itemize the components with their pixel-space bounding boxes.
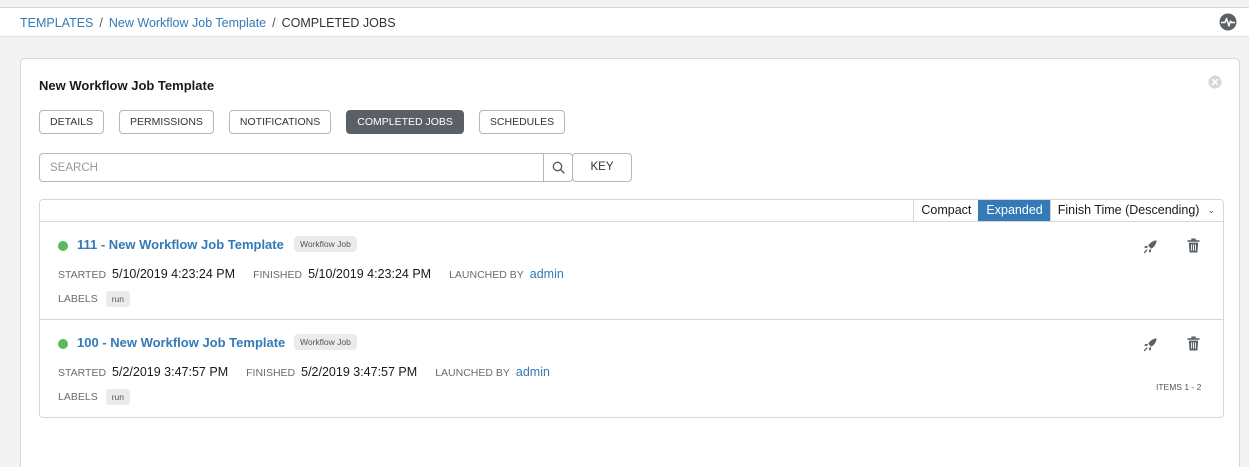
labels-label: LABELS [58,391,98,403]
search-button[interactable] [543,154,572,181]
job-type-badge: Workflow Job [294,334,357,350]
breadcrumb-current: COMPLETED JOBS [281,16,396,30]
job-labels: LABELS run [58,291,130,307]
tab-notifications[interactable]: NOTIFICATIONS [228,110,332,134]
label-chip: run [105,291,130,307]
list-item: 100 - New Workflow Job Template Workflow… [40,320,1223,417]
tab-schedules[interactable]: SCHEDULES [478,110,566,134]
search-input[interactable] [40,154,543,181]
started-value: 5/10/2019 4:23:24 PM [112,267,236,281]
list-item: 111 - New Workflow Job Template Workflow… [40,222,1223,320]
finished-value: 5/10/2019 4:23:24 PM [308,267,432,281]
job-meta: STARTED 5/2/2019 3:47:57 PM FINISHED 5/2/20… [58,365,550,379]
breadcrumb: TEMPLATES / New Workflow Job Template / COMP… [20,16,396,30]
job-name-link[interactable]: 111 - New Workflow Job Template [77,237,284,252]
rocket-icon[interactable] [1143,239,1158,254]
launched-by-label: LAUNCHED BY [449,269,524,281]
jobs-list: Compact Expanded Finish Time (Descending… [39,199,1224,418]
trash-icon[interactable] [1187,336,1200,351]
labels-label: LABELS [58,293,98,305]
status-success-icon [58,241,68,251]
card-title: New Workflow Job Template [39,78,215,93]
breadcrumb-template-name[interactable]: New Workflow Job Template [109,16,266,30]
tab-completed-jobs[interactable]: COMPLETED JOBS [346,110,464,134]
job-type-badge: Workflow Job [294,236,357,252]
started-value: 5/2/2019 3:47:57 PM [112,365,229,379]
expanded-view-button[interactable]: Expanded [978,200,1050,221]
label-chip: run [105,389,130,405]
job-name-link[interactable]: 100 - New Workflow Job Template [77,335,285,350]
finished-label: FINISHED [253,269,303,281]
launched-by-label: LAUNCHED BY [435,367,510,379]
list-toolbar: Compact Expanded Finish Time (Descending… [40,200,1223,222]
breadcrumb-separator: / [272,16,276,30]
close-icon[interactable] [1208,75,1222,89]
tab-details[interactable]: DETAILS [39,110,104,134]
finished-label: FINISHED [246,367,296,379]
tab-bar: DETAILS PERMISSIONS NOTIFICATIONS COMPLE… [39,110,566,134]
breadcrumb-templates[interactable]: TEMPLATES [20,16,93,30]
key-button[interactable]: KEY [572,153,632,182]
breadcrumb-bar: TEMPLATES / New Workflow Job Template / COMP… [0,8,1249,37]
finished-value: 5/2/2019 3:47:57 PM [301,365,418,379]
activity-stream-icon[interactable] [1219,13,1237,31]
search-bar [39,153,573,182]
trash-icon[interactable] [1187,238,1200,253]
launched-by-link[interactable]: admin [516,365,550,379]
breadcrumb-separator: / [99,16,103,30]
job-meta: STARTED 5/10/2019 4:23:24 PM FINISHED 5/10/… [58,267,564,281]
pagination-count: ITEMS 1 - 2 [1156,382,1202,392]
started-label: STARTED [58,269,107,281]
tab-permissions[interactable]: PERMISSIONS [118,110,214,134]
status-success-icon [58,339,68,349]
launched-by-link[interactable]: admin [530,267,564,281]
started-label: STARTED [58,367,107,379]
chevron-down-icon: ⌄ [1207,205,1215,215]
job-labels: LABELS run [58,389,130,405]
search-icon [552,161,565,174]
rocket-icon[interactable] [1143,337,1158,352]
template-card: New Workflow Job Template DETAILS PERMIS… [20,58,1240,467]
sort-select[interactable]: Finish Time (Descending) ⌄ [1049,200,1223,221]
sort-select-value: Finish Time (Descending) [1057,203,1200,217]
compact-view-button[interactable]: Compact [913,200,979,221]
